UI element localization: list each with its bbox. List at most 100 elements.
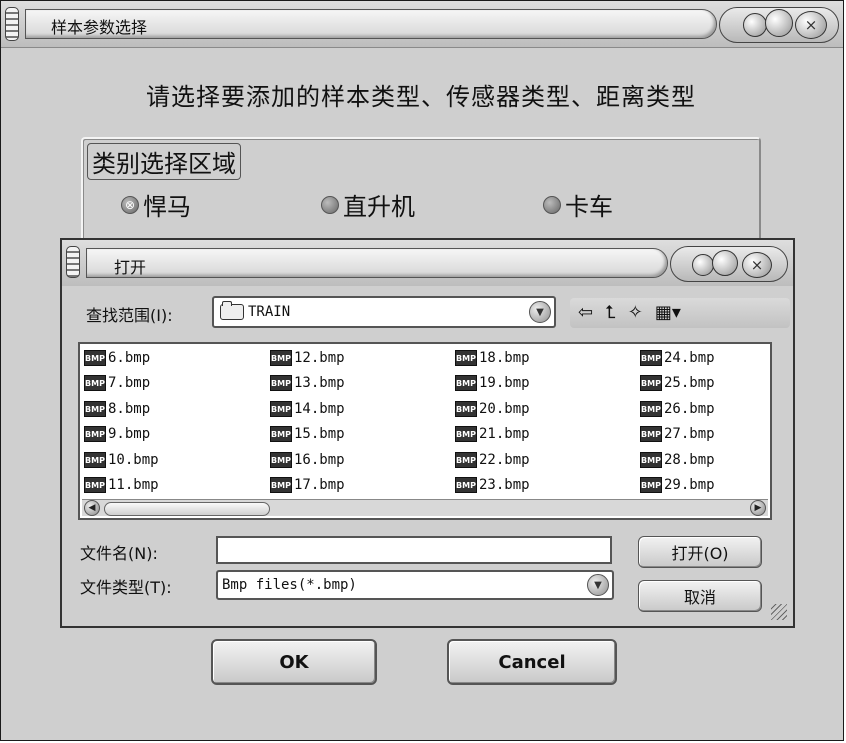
look-in-value: TRAIN <box>248 304 291 320</box>
file-name: 10.bmp <box>108 452 159 468</box>
radio-unselected-icon <box>321 195 339 214</box>
file-name: 16.bmp <box>294 452 345 468</box>
up-folder-icon[interactable]: ⮤ <box>605 304 616 322</box>
radio-helicopter[interactable]: 直升机 <box>321 187 415 222</box>
bmp-file-icon: BMP <box>270 426 292 442</box>
file-name: 22.bmp <box>479 452 530 468</box>
filetype-value: Bmp files(*.bmp) <box>222 577 357 593</box>
radio-selected-icon: ⊗ <box>121 195 139 214</box>
file-item[interactable]: BMP 25.bmp <box>640 375 715 391</box>
look-in-combo[interactable]: TRAIN ▼ <box>212 296 556 328</box>
dialog-grip-icon <box>66 246 80 278</box>
dialog-maximize-icon[interactable] <box>712 250 738 276</box>
file-name: 21.bmp <box>479 426 530 442</box>
file-name: 14.bmp <box>294 401 345 417</box>
file-item[interactable]: BMP 8.bmp <box>84 401 150 417</box>
file-name: 9.bmp <box>108 426 151 442</box>
bmp-file-icon: BMP <box>84 401 106 417</box>
open-file-dialog: 打开 × 查找范围(I): TRAIN ▼ ⇦ ⮤ ✧ ▦▾ BMP 6.bmp … <box>60 238 795 628</box>
file-item[interactable]: BMP 21.bmp <box>455 426 530 442</box>
dialog-title-bar[interactable]: 打开 × <box>62 240 793 286</box>
file-item[interactable]: BMP 15.bmp <box>270 426 345 442</box>
maximize-button-icon[interactable] <box>765 9 793 37</box>
radio-humvee[interactable]: ⊗ 悍马 <box>121 187 191 222</box>
file-name: 28.bmp <box>664 452 715 468</box>
bmp-file-icon: BMP <box>84 375 106 391</box>
dropdown-arrow-icon[interactable]: ▼ <box>587 574 609 596</box>
category-group-title: 类别选择区域 <box>87 143 241 180</box>
radio-label: 直升机 <box>343 193 415 221</box>
file-item[interactable]: BMP 23.bmp <box>455 477 530 493</box>
view-menu-icon[interactable]: ▦▾ <box>655 304 681 322</box>
filename-input[interactable] <box>216 536 612 564</box>
file-item[interactable]: BMP 27.bmp <box>640 426 715 442</box>
bmp-file-icon: BMP <box>84 426 106 442</box>
dialog-title: 打开 <box>114 258 147 277</box>
ok-button[interactable]: OK <box>211 639 377 685</box>
file-name: 11.bmp <box>108 477 159 493</box>
close-button-icon[interactable]: × <box>795 11 827 39</box>
dialog-close-icon[interactable]: × <box>742 252 772 278</box>
bmp-file-icon: BMP <box>455 401 477 417</box>
resize-grip-icon[interactable] <box>771 604 787 620</box>
file-item[interactable]: BMP 9.bmp <box>84 426 150 442</box>
main-window-title: 样本参数选择 <box>51 18 148 37</box>
file-name: 25.bmp <box>664 375 715 391</box>
filetype-combo[interactable]: Bmp files(*.bmp) ▼ <box>216 570 614 600</box>
file-item[interactable]: BMP 20.bmp <box>455 401 530 417</box>
scroll-thumb[interactable] <box>104 502 270 516</box>
file-item[interactable]: BMP 17.bmp <box>270 477 345 493</box>
file-name: 17.bmp <box>294 477 345 493</box>
file-name: 12.bmp <box>294 350 345 366</box>
main-title-bar[interactable]: 样本参数选择 × <box>1 1 843 48</box>
dialog-toolbar: ⇦ ⮤ ✧ ▦▾ <box>570 298 790 328</box>
file-item[interactable]: BMP 24.bmp <box>640 350 715 366</box>
file-item[interactable]: BMP 29.bmp <box>640 477 715 493</box>
new-folder-icon[interactable]: ✧ <box>628 304 643 322</box>
file-name: 27.bmp <box>664 426 715 442</box>
file-name: 19.bmp <box>479 375 530 391</box>
file-name: 7.bmp <box>108 375 151 391</box>
bmp-file-icon: BMP <box>640 452 662 468</box>
file-item[interactable]: BMP 22.bmp <box>455 452 530 468</box>
bmp-file-icon: BMP <box>640 375 662 391</box>
file-item[interactable]: BMP 6.bmp <box>84 350 150 366</box>
bmp-file-icon: BMP <box>455 426 477 442</box>
file-item[interactable]: BMP 11.bmp <box>84 477 159 493</box>
bmp-file-icon: BMP <box>84 452 106 468</box>
bmp-file-icon: BMP <box>640 426 662 442</box>
bmp-file-icon: BMP <box>455 350 477 366</box>
file-item[interactable]: BMP 14.bmp <box>270 401 345 417</box>
radio-unselected-icon <box>543 195 561 214</box>
minimize-button-icon[interactable] <box>743 13 767 37</box>
file-item[interactable]: BMP 16.bmp <box>270 452 345 468</box>
file-item[interactable]: BMP 28.bmp <box>640 452 715 468</box>
bmp-file-icon: BMP <box>640 350 662 366</box>
file-item[interactable]: BMP 12.bmp <box>270 350 345 366</box>
back-arrow-icon[interactable]: ⇦ <box>578 304 593 322</box>
horizontal-scrollbar[interactable]: ◀ ▶ <box>82 499 768 516</box>
dialog-cancel-button[interactable]: 取消 <box>638 580 762 612</box>
file-item[interactable]: BMP 26.bmp <box>640 401 715 417</box>
open-button[interactable]: 打开(O) <box>638 536 762 568</box>
bmp-file-icon: BMP <box>640 401 662 417</box>
dropdown-arrow-icon[interactable]: ▼ <box>529 301 551 323</box>
instruction-text: 请选择要添加的样本类型、传感器类型、距离类型 <box>146 83 696 111</box>
scroll-left-icon[interactable]: ◀ <box>84 500 100 516</box>
radio-truck[interactable]: 卡车 <box>543 187 613 222</box>
file-list[interactable]: BMP 6.bmp BMP 7.bmp BMP 8.bmp BMP 9.bmp BMP 1… <box>78 342 772 520</box>
file-item[interactable]: BMP 13.bmp <box>270 375 345 391</box>
title-grip-icon <box>5 7 19 41</box>
bmp-file-icon: BMP <box>270 401 292 417</box>
bmp-file-icon: BMP <box>84 350 106 366</box>
bmp-file-icon: BMP <box>455 375 477 391</box>
file-item[interactable]: BMP 7.bmp <box>84 375 150 391</box>
cancel-button[interactable]: Cancel <box>447 639 617 685</box>
file-item[interactable]: BMP 19.bmp <box>455 375 530 391</box>
file-item[interactable]: BMP 18.bmp <box>455 350 530 366</box>
file-item[interactable]: BMP 10.bmp <box>84 452 159 468</box>
file-name: 13.bmp <box>294 375 345 391</box>
scroll-right-icon[interactable]: ▶ <box>750 500 766 516</box>
dialog-minimize-icon[interactable] <box>692 254 714 276</box>
file-name: 23.bmp <box>479 477 530 493</box>
